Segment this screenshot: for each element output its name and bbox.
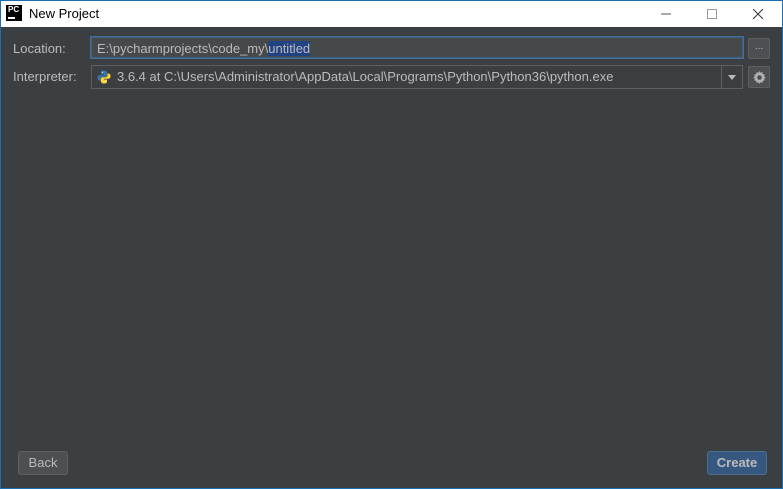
- python-icon: [97, 70, 111, 84]
- location-path-prefix: E:\pycharmprojects\code_my\: [97, 41, 269, 56]
- minimize-icon: [661, 13, 671, 15]
- interpreter-label: Interpreter:: [13, 69, 77, 84]
- location-label: Location:: [13, 41, 66, 56]
- interpreter-settings-button[interactable]: [748, 66, 770, 88]
- dropdown-button[interactable]: [721, 66, 742, 88]
- interpreter-value: 3.6.4 at C:\Users\Administrator\AppData\…: [117, 69, 614, 84]
- pycharm-logo-icon: PC: [6, 5, 22, 21]
- dialog-content: Location: E:\pycharmprojects\code_my\unt…: [1, 27, 782, 488]
- app-logo-text: PC: [8, 5, 20, 14]
- maximize-button[interactable]: [689, 1, 735, 27]
- maximize-icon: [707, 9, 717, 19]
- browse-button[interactable]: ...: [748, 38, 770, 59]
- gear-icon: [752, 70, 766, 84]
- close-button[interactable]: [735, 1, 781, 27]
- location-selected-text: untitled: [268, 41, 311, 56]
- create-button[interactable]: Create: [707, 451, 767, 475]
- title-bar: PC New Project: [1, 1, 782, 27]
- interpreter-select[interactable]: 3.6.4 at C:\Users\Administrator\AppData\…: [91, 65, 743, 89]
- window-title: New Project: [29, 6, 100, 21]
- new-project-dialog: PC New Project Location: E:\pycharmproje…: [0, 0, 783, 489]
- chevron-down-icon: [728, 74, 736, 80]
- back-button[interactable]: Back: [18, 451, 68, 475]
- location-input[interactable]: E:\pycharmprojects\code_my\untitled: [91, 37, 743, 58]
- minimize-button[interactable]: [643, 1, 689, 27]
- close-icon: [753, 9, 763, 19]
